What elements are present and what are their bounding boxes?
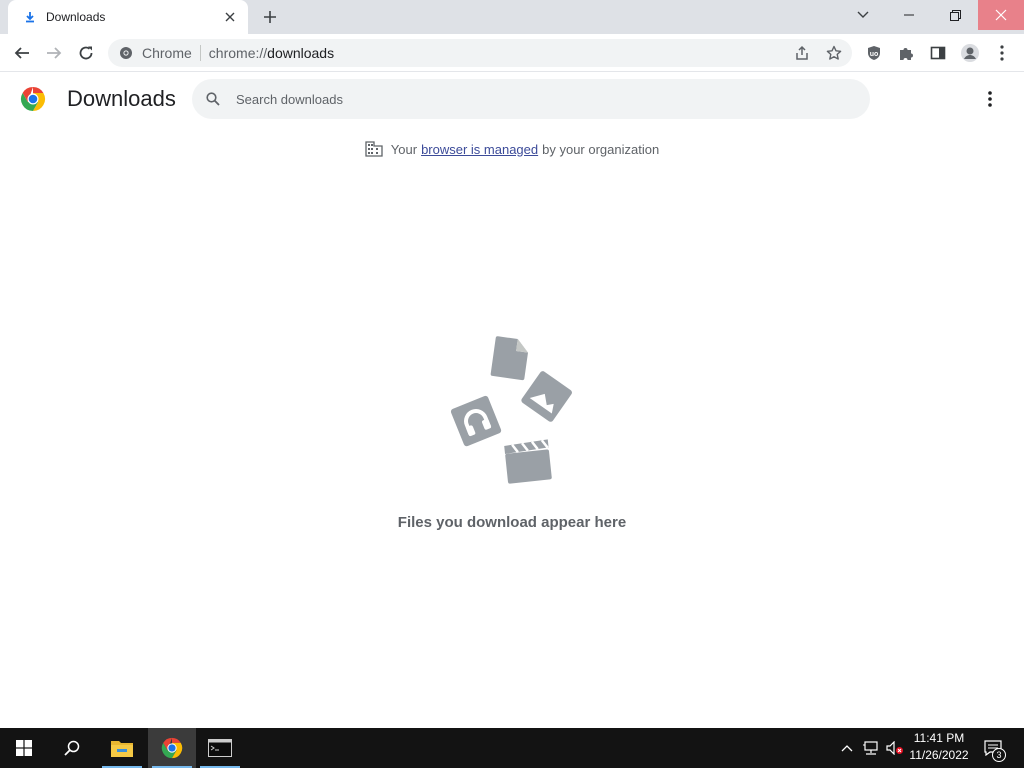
search-input[interactable]: [236, 91, 836, 107]
url-text: chrome://downloads: [208, 45, 335, 61]
clock-time: 11:41 PM: [913, 731, 965, 745]
new-tab-button[interactable]: [258, 7, 282, 27]
file-explorer-icon[interactable]: [98, 728, 146, 768]
chrome-site-icon: [118, 45, 134, 61]
search-icon[interactable]: [48, 728, 96, 768]
minimize-icon[interactable]: [886, 0, 932, 30]
close-icon[interactable]: [222, 9, 238, 25]
extensions-puzzle-icon[interactable]: [890, 37, 922, 69]
browser-managed-link[interactable]: browser is managed: [421, 142, 538, 157]
managed-prefix: Your: [390, 141, 418, 157]
search-box[interactable]: [192, 79, 870, 119]
browser-toolbar: Chrome chrome://downloads uo: [0, 34, 1024, 72]
download-icon: [22, 9, 38, 25]
windows-taskbar: 11:41 PM 11/26/2022: [0, 728, 1024, 768]
forward-arrow-icon[interactable]: [38, 37, 70, 69]
downloads-header: Downloads: [0, 72, 1024, 128]
empty-state-illustration: [448, 332, 578, 486]
video-icon: [504, 439, 552, 484]
more-actions-icon[interactable]: [976, 85, 1004, 113]
close-icon: [995, 9, 1007, 21]
tab-strip: Downloads: [0, 0, 1024, 34]
managed-notice: Your browser is managed by your organiza…: [0, 140, 1024, 158]
bookmark-star-icon[interactable]: [826, 45, 842, 61]
terminal-icon[interactable]: [196, 728, 244, 768]
site-chip: Chrome: [142, 45, 201, 61]
audio-icon: [450, 395, 502, 447]
image-icon: [521, 371, 572, 422]
profile-avatar-icon[interactable]: [954, 37, 986, 69]
menu-kebab-icon[interactable]: [986, 37, 1018, 69]
chrome-icon[interactable]: [148, 728, 196, 768]
document-icon: [490, 336, 528, 381]
close-window-button[interactable]: [978, 0, 1024, 30]
svg-text:uo: uo: [870, 51, 879, 58]
share-icon[interactable]: [794, 45, 810, 61]
managed-suffix: by your organization: [542, 141, 660, 157]
chrome-logo-icon: [20, 86, 46, 112]
restore-icon[interactable]: [932, 0, 978, 30]
search-icon: [204, 90, 222, 108]
reload-icon[interactable]: [70, 37, 102, 69]
back-arrow-icon[interactable]: [6, 37, 38, 69]
tab-search-icon[interactable]: [840, 0, 886, 30]
clock-date: 11/26/2022: [909, 748, 969, 762]
tab-title: Downloads: [46, 10, 106, 24]
volume-muted-icon[interactable]: [884, 728, 906, 768]
building-icon: [365, 140, 383, 158]
address-bar[interactable]: Chrome chrome://downloads: [108, 39, 852, 67]
side-panel-icon[interactable]: [922, 37, 954, 69]
network-icon[interactable]: [860, 728, 882, 768]
notification-count-badge: 3: [992, 748, 1006, 762]
windows-start-icon[interactable]: [0, 728, 48, 768]
system-clock[interactable]: 11:41 PM 11/26/2022: [904, 730, 974, 766]
tab-downloads[interactable]: Downloads: [8, 0, 248, 34]
ublock-shield-icon[interactable]: uo: [858, 37, 890, 69]
chevron-up-icon[interactable]: [838, 728, 856, 768]
page-title: Downloads: [67, 86, 176, 111]
empty-state-text: Files you download appear here: [397, 514, 627, 531]
